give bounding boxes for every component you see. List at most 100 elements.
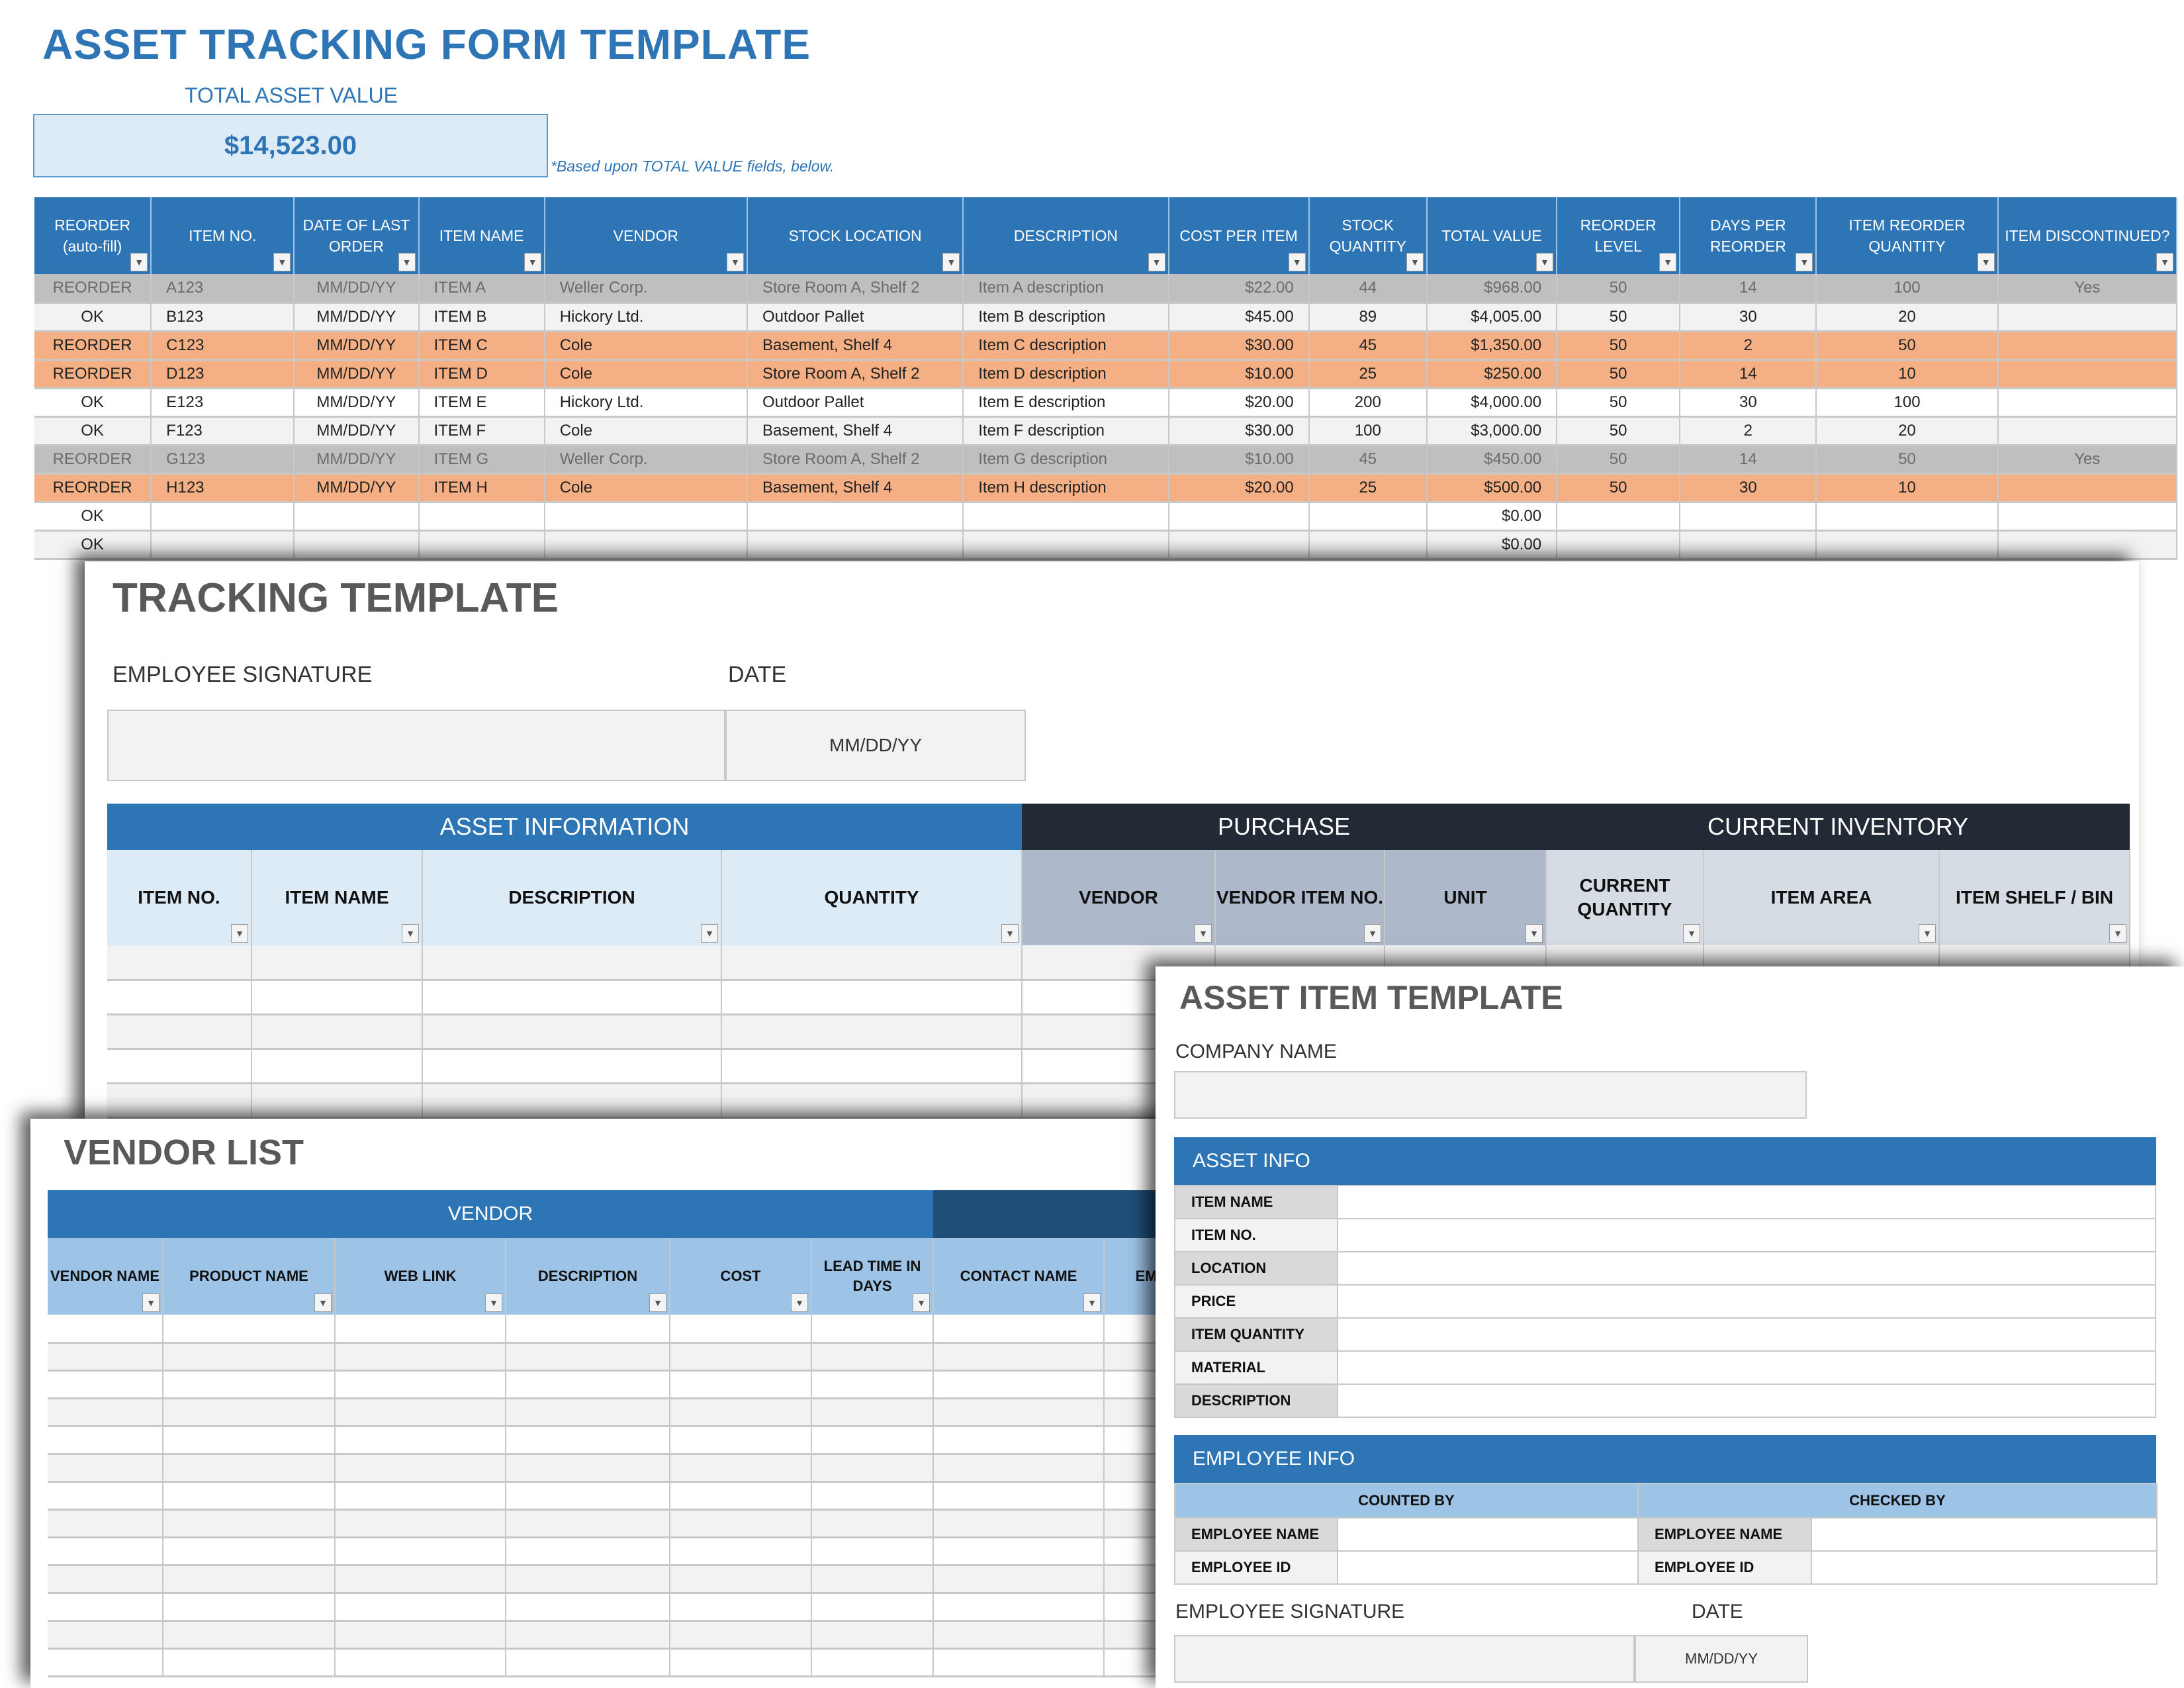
dropdown-arrow-icon[interactable]: ▼	[1406, 253, 1424, 271]
cell-cost[interactable]: $10.00	[1168, 445, 1310, 475]
table-cell[interactable]	[107, 980, 252, 1015]
table-cell[interactable]	[335, 1370, 506, 1399]
table-cell[interactable]	[335, 1593, 506, 1622]
cell-qty[interactable]	[1308, 502, 1428, 532]
table-cell[interactable]	[335, 1454, 506, 1483]
table-cell[interactable]	[251, 980, 423, 1015]
table-cell[interactable]	[48, 1426, 163, 1455]
table-cell[interactable]	[933, 1648, 1105, 1677]
cell-status[interactable]: REORDER	[34, 359, 152, 389]
cell-cost[interactable]: $30.00	[1168, 416, 1310, 446]
cell-status[interactable]: OK	[34, 530, 152, 560]
checked-employee-name-field[interactable]	[1811, 1517, 2158, 1552]
cell-discontinued[interactable]: Yes	[1997, 274, 2178, 304]
cell-qty[interactable]	[1308, 530, 1428, 560]
table-cell[interactable]	[422, 1083, 722, 1119]
cell-vendor[interactable]: Cole	[544, 359, 748, 389]
cell-total[interactable]: $450.00	[1426, 445, 1558, 475]
cell-vendor[interactable]	[544, 502, 748, 532]
checked-employee-id-field[interactable]	[1811, 1550, 2158, 1585]
cell-status[interactable]: REORDER	[34, 331, 152, 361]
cell-reorder-qty[interactable]	[1816, 530, 1999, 560]
cell-date[interactable]: MM/DD/YY	[294, 303, 420, 332]
table-cell[interactable]	[811, 1315, 934, 1344]
table-cell[interactable]	[335, 1648, 506, 1677]
cell-name[interactable]: ITEM D	[418, 359, 545, 389]
table-cell[interactable]	[335, 1426, 506, 1455]
table-cell[interactable]	[251, 1014, 423, 1050]
table-cell[interactable]	[335, 1537, 506, 1566]
cell-total[interactable]: $4,000.00	[1426, 388, 1558, 418]
dropdown-arrow-icon[interactable]: ▼	[2156, 253, 2173, 271]
table-cell[interactable]	[670, 1620, 812, 1650]
cell-item-no[interactable]: H123	[151, 473, 295, 503]
table-cell[interactable]	[721, 980, 1023, 1015]
cell-reorder-qty[interactable]: 20	[1816, 303, 1999, 332]
table-cell[interactable]	[811, 1370, 934, 1399]
table-cell[interactable]	[670, 1565, 812, 1594]
cell-status[interactable]: REORDER	[34, 274, 152, 304]
cell-total[interactable]: $4,005.00	[1426, 303, 1558, 332]
table-cell[interactable]	[163, 1370, 336, 1399]
cell-total[interactable]: $968.00	[1426, 274, 1558, 304]
cell-total[interactable]: $0.00	[1426, 502, 1558, 532]
cell-days[interactable]: 30	[1680, 473, 1817, 503]
table-cell[interactable]	[163, 1481, 336, 1511]
cell-status[interactable]: OK	[34, 388, 152, 418]
cell-vendor[interactable]: Hickory Ltd.	[544, 388, 748, 418]
cell-description[interactable]: Item C description	[963, 331, 1169, 361]
cell-reorder-qty[interactable]: 10	[1816, 359, 1999, 389]
table-cell[interactable]	[48, 1454, 163, 1483]
table-cell[interactable]	[506, 1315, 670, 1344]
table-cell[interactable]	[670, 1315, 812, 1344]
table-cell[interactable]	[933, 1398, 1105, 1427]
dropdown-arrow-icon[interactable]: ▼	[1083, 1293, 1101, 1312]
date-field[interactable]: MM/DD/YY	[725, 710, 1026, 781]
cell-days[interactable]	[1680, 530, 1817, 560]
cell-item-no[interactable]: C123	[151, 331, 295, 361]
table-cell[interactable]	[163, 1509, 336, 1538]
table-cell[interactable]	[506, 1481, 670, 1511]
table-cell[interactable]	[811, 1342, 934, 1372]
table-cell[interactable]	[811, 1593, 934, 1622]
cell-reorder-qty[interactable]: 20	[1816, 416, 1999, 446]
table-cell[interactable]	[163, 1593, 336, 1622]
cell-discontinued[interactable]	[1997, 331, 2178, 361]
table-cell[interactable]	[335, 1481, 506, 1511]
dropdown-arrow-icon[interactable]: ▼	[1919, 924, 1936, 943]
cell-total[interactable]: $500.00	[1426, 473, 1558, 503]
counted-employee-name-field[interactable]	[1336, 1517, 1639, 1552]
cell-location[interactable]: Store Room A, Shelf 2	[747, 359, 964, 389]
cell-reorder-qty[interactable]: 50	[1816, 445, 1999, 475]
table-cell[interactable]	[721, 1083, 1023, 1119]
dropdown-arrow-icon[interactable]: ▼	[1288, 253, 1306, 271]
cell-days[interactable]: 2	[1680, 416, 1817, 446]
cell-status[interactable]: OK	[34, 303, 152, 332]
table-cell[interactable]	[48, 1648, 163, 1677]
table-cell[interactable]	[422, 945, 722, 981]
table-cell[interactable]	[163, 1398, 336, 1427]
cell-description[interactable]	[963, 530, 1169, 560]
table-cell[interactable]	[107, 1083, 252, 1119]
dropdown-arrow-icon[interactable]: ▼	[402, 924, 419, 943]
cell-location[interactable]: Outdoor Pallet	[747, 303, 964, 332]
date-field[interactable]: MM/DD/YY	[1635, 1635, 1808, 1683]
cell-days[interactable]: 14	[1680, 359, 1817, 389]
cell-reorder-level[interactable]: 50	[1557, 274, 1681, 304]
table-cell[interactable]	[933, 1620, 1105, 1650]
cell-days[interactable]: 30	[1680, 303, 1817, 332]
cell-cost[interactable]	[1168, 502, 1310, 532]
table-cell[interactable]	[811, 1620, 934, 1650]
cell-days[interactable]: 2	[1680, 331, 1817, 361]
table-cell[interactable]	[811, 1426, 934, 1455]
cell-item-no[interactable]: G123	[151, 445, 295, 475]
cell-reorder-level[interactable]: 50	[1557, 303, 1681, 332]
table-cell[interactable]	[506, 1565, 670, 1594]
table-cell[interactable]	[670, 1481, 812, 1511]
cell-discontinued[interactable]: Yes	[1997, 445, 2178, 475]
field-input-location[interactable]	[1337, 1251, 2156, 1286]
cell-days[interactable]: 14	[1680, 274, 1817, 304]
dropdown-arrow-icon[interactable]: ▼	[649, 1293, 666, 1312]
cell-date[interactable]: MM/DD/YY	[294, 331, 420, 361]
cell-item-no[interactable]: B123	[151, 303, 295, 332]
